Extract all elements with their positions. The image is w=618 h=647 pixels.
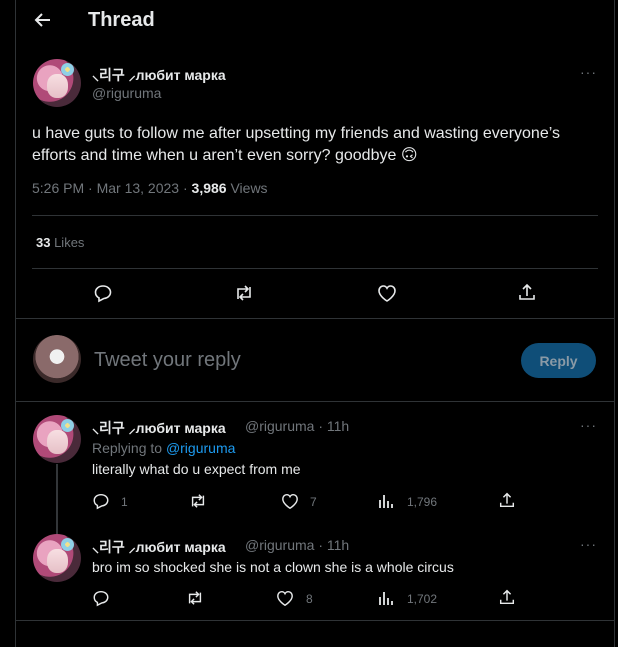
avatar[interactable] [33, 59, 81, 107]
more-icon[interactable]: ··· [580, 417, 597, 433]
share-icon[interactable] [498, 588, 516, 606]
reply-text: bro im so shocked she is not a clown she… [92, 559, 454, 575]
divider [16, 401, 614, 402]
back-arrow-icon[interactable] [33, 10, 53, 30]
current-user-avatar[interactable] [33, 335, 81, 383]
author-name[interactable]: ⸜리구 ⸝любит марка [92, 418, 226, 438]
reply-count: 1 [121, 495, 128, 509]
views-count: 1,796 [407, 495, 438, 509]
author-handle-time[interactable]: @riguruma · 11h [245, 537, 349, 553]
like-count: 7 [310, 495, 317, 509]
like-icon[interactable] [275, 589, 295, 607]
reply-icon[interactable] [93, 283, 113, 303]
divider [32, 268, 598, 269]
reply-icon[interactable] [92, 492, 110, 510]
likes-count: 33 [36, 235, 51, 250]
page-title: Thread [88, 9, 155, 31]
more-icon[interactable]: ··· [580, 64, 597, 80]
avatar[interactable] [33, 534, 81, 582]
replying-handle-link[interactable]: @riguruma [166, 440, 235, 456]
views-count: 3,986 [191, 180, 227, 196]
reply-button[interactable]: Reply [521, 343, 596, 378]
tweet-timestamp[interactable]: 5:26 PM · Mar 13, 2023 · [32, 180, 192, 196]
retweet-icon[interactable] [185, 589, 205, 607]
author-handle[interactable]: @riguruma [92, 85, 161, 101]
likes-label: Likes [50, 235, 85, 250]
thread-connector [56, 464, 58, 534]
views-icon[interactable] [377, 492, 395, 510]
share-icon[interactable] [517, 282, 537, 302]
likes-stat[interactable]: 33 Likes [36, 235, 84, 250]
tweet-meta: 5:26 PM · Mar 13, 2023 · 3,986 Views [32, 180, 268, 196]
divider [32, 215, 598, 216]
author-name[interactable]: ⸜리구 ⸝любит марка [92, 537, 226, 557]
more-icon[interactable]: ··· [580, 536, 597, 552]
divider [16, 620, 614, 621]
tweet-body: u have guts to follow me after upsetting… [32, 125, 560, 164]
reply-icon[interactable] [92, 589, 110, 607]
upside-down-face-emoji: 🙃 [400, 147, 418, 164]
views-label: Views [226, 180, 268, 196]
like-icon[interactable] [280, 492, 300, 510]
views-count: 1,702 [407, 592, 438, 606]
like-icon[interactable] [376, 283, 398, 303]
views-icon[interactable] [377, 589, 395, 607]
retweet-icon[interactable] [188, 492, 208, 510]
reply-text: literally what do u expect from me [92, 461, 301, 477]
tweet-text: u have guts to follow me after upsetting… [32, 123, 572, 167]
divider [16, 318, 614, 319]
reply-input[interactable]: Tweet your reply [94, 349, 241, 372]
author-name[interactable]: ⸜리구 ⸝любит марка [92, 65, 226, 85]
replying-prefix: Replying to [92, 440, 166, 456]
retweet-icon[interactable] [233, 283, 255, 303]
replying-to: Replying to @riguruma [92, 440, 235, 456]
avatar[interactable] [33, 415, 81, 463]
author-handle-time[interactable]: @riguruma · 11h [245, 418, 349, 434]
like-count: 8 [306, 592, 313, 606]
share-icon[interactable] [498, 491, 516, 509]
